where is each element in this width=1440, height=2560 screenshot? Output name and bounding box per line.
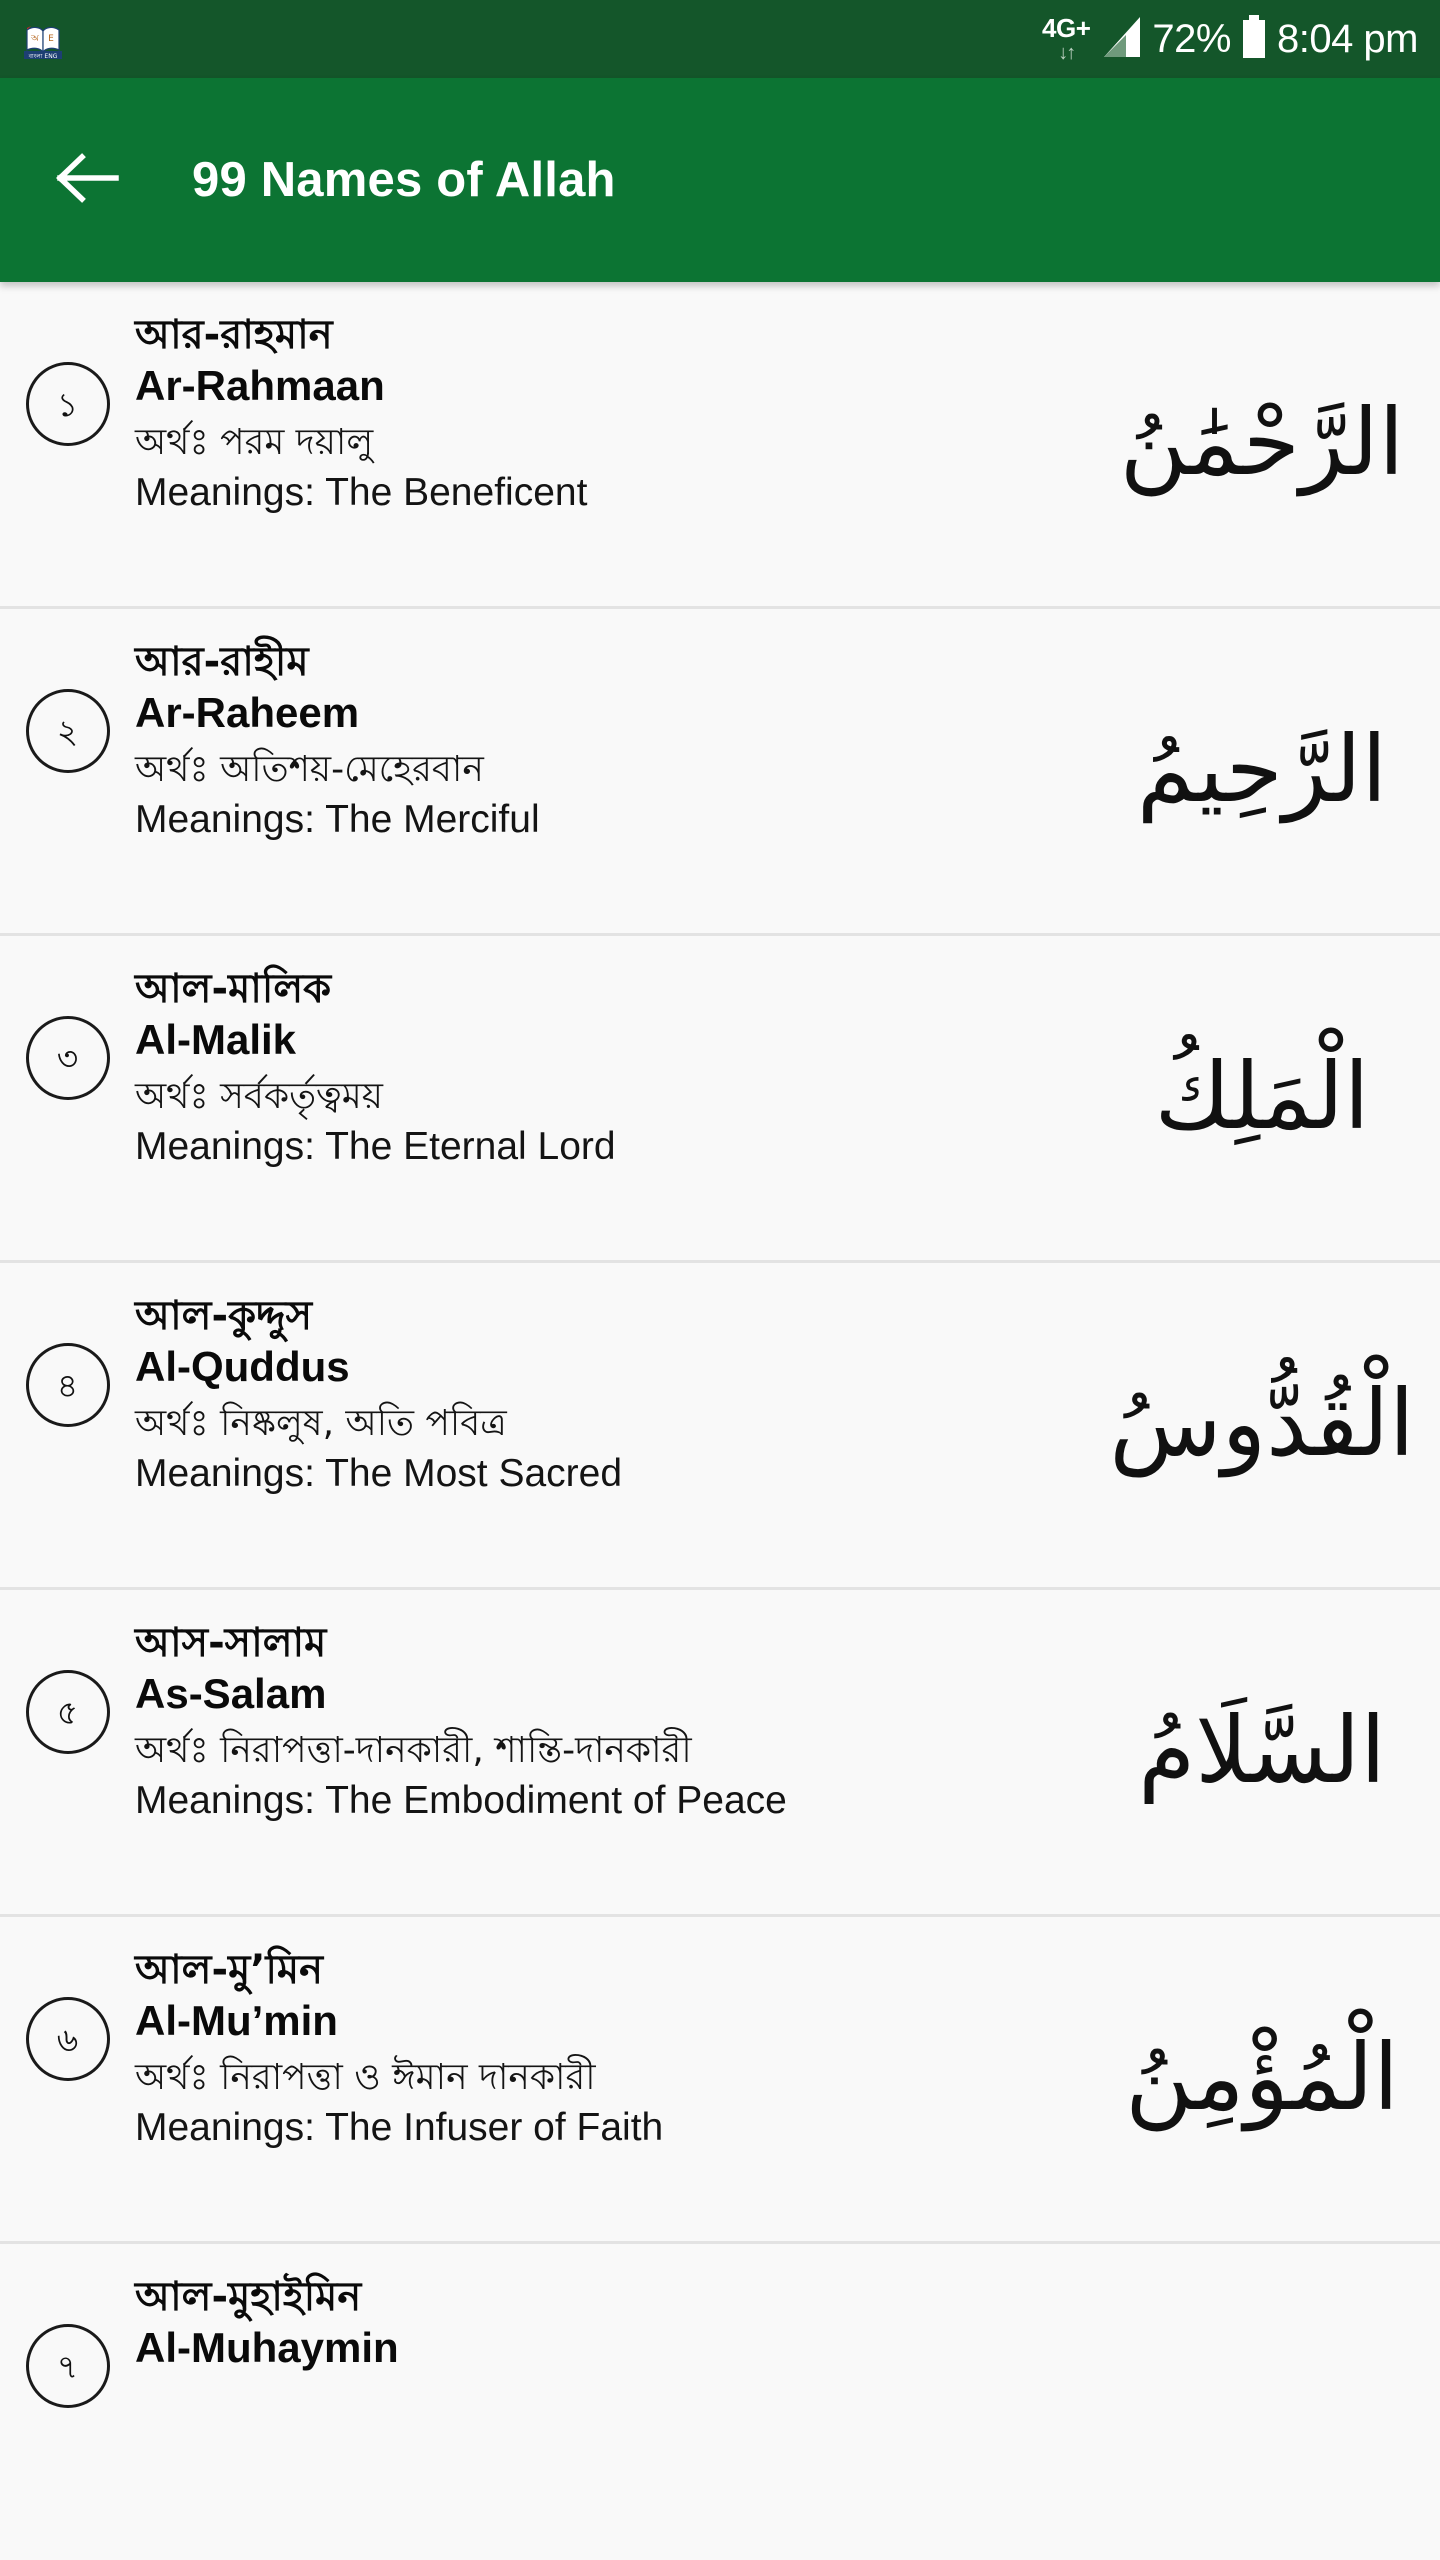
item-english-name: Al-Quddus (135, 1343, 350, 1391)
network-type-indicator: 4G+ ↓↑ (1042, 13, 1091, 64)
item-english-meaning: Meanings: The Most Sacred (135, 1451, 623, 1495)
item-number-badge: ৫ (25, 1670, 110, 1754)
item-number-badge: ৭ (25, 2324, 110, 2408)
battery-percent-label: 72% (1152, 16, 1231, 61)
item-number-cell: ৩ (0, 966, 135, 1100)
item-text-cell: আস-সালাম As-Salam অর্থঃ নিরাপত্তা-দানকার… (135, 1620, 1110, 1824)
item-arabic-cell: الْمُؤْمِنُ (1110, 2032, 1440, 2124)
list-item[interactable]: ২ আর-রাহীম Ar-Raheem অর্থঃ অতিশয়-মেহেরব… (0, 609, 1440, 936)
item-number-cell: ২ (0, 639, 135, 773)
item-arabic-calligraphy: السَّلَامُ (1138, 1697, 1386, 1804)
page-title: 99 Names of Allah (192, 153, 616, 207)
item-text-cell: আর-রাহীম Ar-Raheem অর্থঃ অতিশয়-মেহেরবান… (135, 639, 1110, 843)
item-english-name: As-Salam (135, 1670, 327, 1718)
item-number-badge: ৩ (25, 1016, 110, 1100)
item-bengali-meaning: অর্থঃ সর্বকর্তৃত্বময় (135, 1075, 383, 1117)
svg-text:E: E (48, 34, 54, 44)
item-arabic-calligraphy: الْقُدُّوسُ (1109, 1370, 1415, 1477)
battery-icon (1239, 13, 1269, 66)
item-bengali-name: আর-রাহমান (135, 312, 333, 358)
names-list[interactable]: ১ আর-রাহমান Ar-Rahmaan অর্থঃ পরম দয়ালু … (0, 282, 1440, 2560)
item-text-cell: আল-মু’মিন Al-Mu’min অর্থঃ নিরাপত্তা ও ঈম… (135, 1947, 1110, 2151)
item-bengali-meaning: অর্থঃ পরম দয়ালু (135, 421, 374, 463)
list-item[interactable]: ৩ আল-মালিক Al-Malik অর্থঃ সর্বকর্তৃত্বময… (0, 936, 1440, 1263)
item-english-meaning: Meanings: The Eternal Lord (135, 1124, 616, 1168)
svg-text:অ: অ (30, 34, 39, 44)
status-bar: অ E বাংলা ENG 4G+ ↓↑ 72% 8:04 pm (0, 0, 1440, 78)
item-english-meaning: Meanings: The Infuser of Faith (135, 2105, 664, 2149)
item-text-cell: আল-মালিক Al-Malik অর্থঃ সর্বকর্তৃত্বময় … (135, 966, 1110, 1170)
item-english-meaning: Meanings: The Beneficent (135, 470, 588, 514)
item-bengali-name: আল-কুদ্দুস (135, 1293, 313, 1339)
item-bengali-meaning: অর্থঃ নিষ্কলুষ, অতি পবিত্র (135, 1402, 507, 1444)
item-text-cell: আল-কুদ্দুস Al-Quddus অর্থঃ নিষ্কলুষ, অতি… (135, 1293, 1110, 1497)
item-bengali-meaning: অর্থঃ নিরাপত্তা ও ঈমান দানকারী (135, 2056, 596, 2098)
item-arabic-calligraphy: الرَّحْمَٰنُ (1119, 389, 1405, 496)
item-english-meaning: Meanings: The Merciful (135, 797, 540, 841)
data-transfer-arrows-icon: ↓↑ (1058, 42, 1076, 64)
item-bengali-name: আল-মুহাইমিন (135, 2274, 362, 2320)
item-number-badge: ৪ (25, 1343, 110, 1427)
back-arrow-icon (54, 152, 120, 209)
list-item[interactable]: ১ আর-রাহমান Ar-Rahmaan অর্থঃ পরম দয়ালু … (0, 282, 1440, 609)
item-arabic-calligraphy: الْمُؤْمِنُ (1125, 2024, 1399, 2131)
item-arabic-cell: الرَّحْمَٰنُ (1110, 397, 1440, 489)
item-number-cell: ৪ (0, 1293, 135, 1427)
item-bengali-meaning: অর্থঃ অতিশয়-মেহেরবান (135, 748, 484, 790)
item-arabic-cell: الْمَلِكُ (1110, 1051, 1440, 1143)
item-arabic-cell: الْقُدُّوسُ (1109, 1370, 1440, 1477)
status-bar-left: অ E বাংলা ENG (18, 14, 68, 64)
item-number-cell: ৫ (0, 1620, 135, 1754)
item-number-badge: ১ (25, 362, 110, 446)
network-type-label: 4G+ (1042, 13, 1091, 43)
item-bengali-name: আল-মালিক (135, 966, 332, 1012)
item-text-cell: আর-রাহমান Ar-Rahmaan অর্থঃ পরম দয়ালু Me… (135, 312, 1110, 516)
item-bengali-meaning: অর্থঃ নিরাপত্তা-দানকারী, শান্তি-দানকারী (135, 1729, 692, 1771)
item-english-name: Al-Malik (135, 1016, 297, 1064)
signal-bars-icon (1100, 13, 1144, 66)
item-english-meaning: Meanings: The Embodiment of Peace (135, 1778, 787, 1822)
item-arabic-calligraphy: الْمَلِكُ (1154, 1043, 1370, 1150)
item-number-cell: ৬ (0, 1947, 135, 2081)
svg-text:বাংলা ENG: বাংলা ENG (28, 53, 58, 60)
item-english-name: Ar-Rahmaan (135, 362, 385, 410)
app-bar: 99 Names of Allah (0, 78, 1440, 282)
list-item[interactable]: ৪ আল-কুদ্দুস Al-Quddus অর্থঃ নিষ্কলুষ, অ… (0, 1263, 1440, 1590)
item-number-badge: ৬ (25, 1997, 110, 2081)
item-bengali-name: আস-সালাম (135, 1620, 327, 1666)
item-number-badge: ২ (25, 689, 110, 773)
status-bar-right: 4G+ ↓↑ 72% 8:04 pm (1042, 13, 1419, 66)
list-item[interactable]: ৬ আল-মু’মিন Al-Mu’min অর্থঃ নিরাপত্তা ও … (0, 1917, 1440, 2244)
item-text-cell: আল-মুহাইমিন Al-Muhaymin (135, 2274, 1110, 2374)
item-number-cell: ৭ (0, 2274, 135, 2408)
item-english-name: Al-Mu’min (135, 1997, 338, 2045)
list-item[interactable]: ৭ আল-মুহাইমিন Al-Muhaymin (0, 2244, 1440, 2560)
item-arabic-calligraphy: الرَّحِيمُ (1136, 716, 1388, 823)
item-bengali-name: আর-রাহীম (135, 639, 309, 685)
item-english-name: Ar-Raheem (135, 689, 360, 737)
item-bengali-name: আল-মু’মিন (135, 1947, 323, 1993)
bangla-english-dictionary-icon: অ E বাংলা ENG (18, 14, 68, 64)
item-english-name: Al-Muhaymin (135, 2324, 399, 2372)
list-item[interactable]: ৫ আস-সালাম As-Salam অর্থঃ নিরাপত্তা-দানক… (0, 1590, 1440, 1917)
item-arabic-cell: السَّلَامُ (1110, 1705, 1440, 1797)
item-number-cell: ১ (0, 312, 135, 446)
item-arabic-cell: الرَّحِيمُ (1110, 724, 1440, 816)
back-button[interactable] (44, 137, 130, 223)
clock-label: 8:04 pm (1276, 16, 1419, 61)
